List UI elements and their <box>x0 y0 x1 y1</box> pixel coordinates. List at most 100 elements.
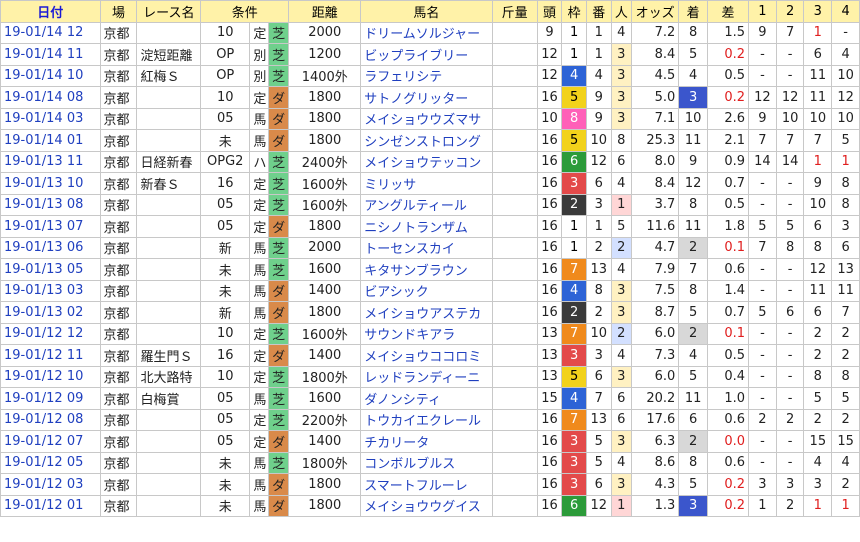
header-diff[interactable]: 差 <box>707 0 750 23</box>
race-name-cell <box>136 494 202 517</box>
race-name-cell <box>136 258 202 281</box>
header-weight[interactable]: 斤量 <box>491 0 538 23</box>
race-results-table: 日付 場 レース名 条件 距離 馬名 斤量 頭 枠 番 人 オッズ 着 差 1 … <box>0 0 860 517</box>
corner-2-cell: 7 <box>775 21 805 44</box>
race-name-cell <box>136 215 202 238</box>
race-date-link[interactable]: 19-01/13 08 <box>0 193 101 216</box>
horse-name-link[interactable]: メイショウテッコン <box>360 150 493 173</box>
header-horse-name[interactable]: 馬名 <box>360 0 493 23</box>
horse-name-link[interactable]: ラフェリシテ <box>360 64 493 87</box>
race-date-link[interactable]: 19-01/14 11 <box>0 43 101 66</box>
condition-cell: 16 <box>200 172 251 195</box>
horse-name-link[interactable]: シンゼンストロング <box>360 129 493 152</box>
header-corner-2[interactable]: 2 <box>775 0 805 23</box>
horse-number-cell: 9 <box>585 86 612 109</box>
header-number[interactable]: 番 <box>585 0 612 23</box>
race-date-link[interactable]: 19-01/13 06 <box>0 236 101 259</box>
header-rank[interactable]: 着 <box>678 0 709 23</box>
race-date-link[interactable]: 19-01/13 10 <box>0 172 101 195</box>
header-date[interactable]: 日付 <box>0 0 101 23</box>
corner-3-cell: 15 <box>803 430 833 453</box>
horse-name-link[interactable]: トーセンスカイ <box>360 236 493 259</box>
horse-name-link[interactable]: メイショウウズマサ <box>360 107 493 130</box>
rank-cell: 4 <box>678 64 709 87</box>
race-date-link[interactable]: 19-01/14 03 <box>0 107 101 130</box>
race-date-link[interactable]: 19-01/12 01 <box>0 494 101 517</box>
race-date-link[interactable]: 19-01/14 10 <box>0 64 101 87</box>
horse-name-link[interactable]: ダノンシティ <box>360 387 493 410</box>
race-date-link[interactable]: 19-01/14 01 <box>0 129 101 152</box>
heads-cell: 16 <box>536 172 563 195</box>
header-waku[interactable]: 枠 <box>561 0 587 23</box>
corner-3-cell: 10 <box>803 193 833 216</box>
race-date-link[interactable]: 19-01/12 08 <box>0 408 101 431</box>
corner-2-cell: - <box>775 344 805 367</box>
race-date-link[interactable]: 19-01/12 12 <box>0 322 101 345</box>
place-cell: 京都 <box>99 408 138 431</box>
horse-name-link[interactable]: スマートフルーレ <box>360 473 493 496</box>
corner-1-cell: - <box>748 344 777 367</box>
horse-number-cell: 2 <box>585 236 612 259</box>
horse-name-link[interactable]: サウンドキアラ <box>360 322 493 345</box>
track-surface-cell: ダ <box>267 215 290 238</box>
rank-cell: 9 <box>678 150 709 173</box>
race-date-link[interactable]: 19-01/12 10 <box>0 365 101 388</box>
track-surface-cell: ダ <box>267 129 290 152</box>
race-date-link[interactable]: 19-01/13 11 <box>0 150 101 173</box>
race-date-link[interactable]: 19-01/12 11 <box>0 344 101 367</box>
horse-name-link[interactable]: レッドランディーニ <box>360 365 493 388</box>
race-date-link[interactable]: 19-01/12 09 <box>0 387 101 410</box>
waku-cell: 1 <box>561 215 587 238</box>
header-heads[interactable]: 頭 <box>536 0 563 23</box>
header-corner-3[interactable]: 3 <box>803 0 833 23</box>
header-odds[interactable]: オッズ <box>631 0 680 23</box>
popularity-cell: 4 <box>610 344 633 367</box>
race-date-link[interactable]: 19-01/14 08 <box>0 86 101 109</box>
weight-cell <box>491 473 538 496</box>
race-date-link[interactable]: 19-01/12 03 <box>0 473 101 496</box>
condition-cell: 新 <box>200 301 251 324</box>
horse-name-link[interactable]: コンボルブルス <box>360 451 493 474</box>
race-date-link[interactable]: 19-01/12 07 <box>0 430 101 453</box>
header-corner-1[interactable]: 1 <box>748 0 777 23</box>
table-header-row: 日付 場 レース名 条件 距離 馬名 斤量 頭 枠 番 人 オッズ 着 差 1 … <box>0 0 860 23</box>
horse-name-link[interactable]: ニシノトランザム <box>360 215 493 238</box>
horse-name-link[interactable]: ドリームソルジャー <box>360 21 493 44</box>
header-place[interactable]: 場 <box>99 0 138 23</box>
horse-name-link[interactable]: メイショウアステカ <box>360 301 493 324</box>
odds-cell: 8.4 <box>631 172 680 195</box>
corner-1-cell: - <box>748 64 777 87</box>
horse-number-cell: 5 <box>585 451 612 474</box>
race-date-link[interactable]: 19-01/13 05 <box>0 258 101 281</box>
header-condition[interactable]: 条件 <box>200 0 290 23</box>
weight-cell <box>491 193 538 216</box>
popularity-cell: 4 <box>610 172 633 195</box>
horse-name-link[interactable]: ビップライブリー <box>360 43 493 66</box>
race-date-link[interactable]: 19-01/13 03 <box>0 279 101 302</box>
horse-name-link[interactable]: トウカイエクレール <box>360 408 493 431</box>
horse-name-link[interactable]: サトノグリッター <box>360 86 493 109</box>
race-date-link[interactable]: 19-01/13 02 <box>0 301 101 324</box>
race-date-link[interactable]: 19-01/14 12 <box>0 21 101 44</box>
diff-cell: 0.5 <box>707 64 750 87</box>
race-name-cell <box>136 473 202 496</box>
race-date-link[interactable]: 19-01/13 07 <box>0 215 101 238</box>
header-corner-4[interactable]: 4 <box>831 0 860 23</box>
header-race-name[interactable]: レース名 <box>136 0 202 23</box>
horse-name-link[interactable]: チカリータ <box>360 430 493 453</box>
horse-name-link[interactable]: キタサンブラウン <box>360 258 493 281</box>
table-row: 19-01/12 05 京都未馬芝 1800外 コンボルブルス 16 3 5 4 8.6 8 0.6… <box>0 451 860 474</box>
race-date-link[interactable]: 19-01/12 05 <box>0 451 101 474</box>
horse-number-cell: 3 <box>585 193 612 216</box>
horse-name-link[interactable]: メイショウウグイス <box>360 494 493 517</box>
horse-name-link[interactable]: ビアシック <box>360 279 493 302</box>
header-popularity[interactable]: 人 <box>610 0 633 23</box>
header-distance[interactable]: 距離 <box>288 0 362 23</box>
horse-name-link[interactable]: アングルティール <box>360 193 493 216</box>
corner-2-cell: - <box>775 193 805 216</box>
table-row: 19-01/13 06 京都新馬芝 2000 トーセンスカイ 16 1 2 2 4.7 2 0.1 7… <box>0 236 860 259</box>
horse-name-link[interactable]: ミリッサ <box>360 172 493 195</box>
popularity-cell: 1 <box>610 193 633 216</box>
table-row: 19-01/14 11 京都 淀短距離 OP 別芝 1200 ビップライブリー 12 1 1 3 8.… <box>0 43 860 66</box>
horse-name-link[interactable]: メイショウココロミ <box>360 344 493 367</box>
